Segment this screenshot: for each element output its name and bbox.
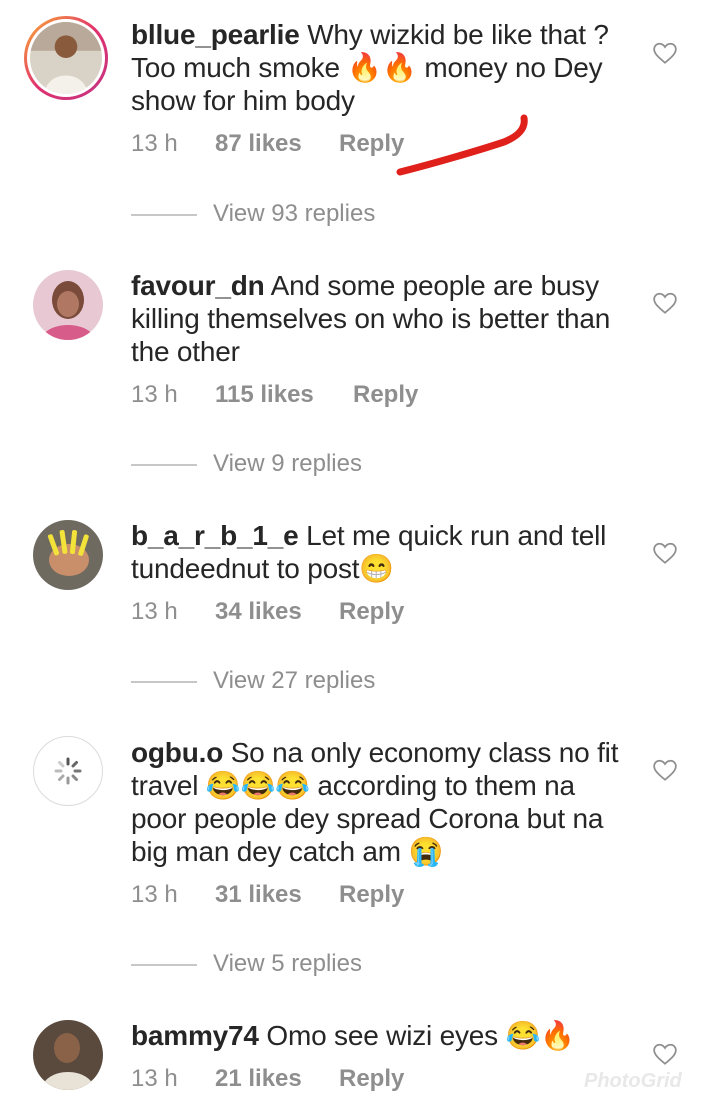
view-replies-label[interactable]: View 9 replies	[213, 450, 362, 477]
comment-likes[interactable]: 87 likes	[215, 130, 339, 158]
comment-text-block: ogbu.o So na only economy class no fit t…	[131, 736, 621, 868]
loading-spinner-icon	[54, 757, 82, 785]
divider-line	[131, 463, 197, 466]
comment-time: 13 h	[131, 598, 178, 625]
annotation-red-stroke	[396, 114, 528, 176]
view-replies[interactable]: View 27 replies	[131, 667, 375, 695]
heart-icon[interactable]	[652, 540, 678, 566]
avatar-photo	[33, 1020, 103, 1090]
comment-meta: 13 h 115 likes Reply	[131, 381, 418, 409]
heart-icon[interactable]	[652, 290, 678, 316]
heart-icon[interactable]	[652, 757, 678, 783]
avatar[interactable]	[33, 270, 103, 340]
view-replies-label[interactable]: View 27 replies	[213, 667, 375, 694]
comment-username[interactable]: b_a_r_b_1_e	[131, 520, 299, 551]
comment-meta: 13 h 31 likes Reply	[131, 881, 404, 909]
comment-username[interactable]: bammy74	[131, 1020, 259, 1051]
comment-username[interactable]: ogbu.o	[131, 737, 223, 768]
comment-meta: 13 h 34 likes Reply	[131, 598, 404, 626]
reply-button[interactable]: Reply	[339, 881, 404, 909]
divider-line	[131, 963, 197, 966]
comment-username[interactable]: bllue_pearlie	[131, 19, 300, 50]
avatar-photo	[30, 22, 102, 94]
view-replies[interactable]: View 93 replies	[131, 200, 375, 228]
heart-icon[interactable]	[652, 1041, 678, 1067]
comment-likes[interactable]: 34 likes	[215, 598, 339, 626]
avatar-photo	[33, 270, 103, 340]
comment-time: 13 h	[131, 130, 178, 157]
avatar[interactable]	[33, 520, 103, 590]
avatar[interactable]	[24, 16, 108, 100]
view-replies[interactable]: View 9 replies	[131, 450, 362, 478]
comment-username[interactable]: favour_dn	[131, 270, 265, 301]
reply-button[interactable]: Reply	[339, 598, 404, 626]
comment-time: 13 h	[131, 1065, 178, 1092]
avatar-photo	[33, 520, 103, 590]
divider-line	[131, 213, 197, 216]
comment-body: Omo see wizi eyes 😂🔥	[266, 1020, 575, 1051]
comment-text-block: b_a_r_b_1_e Let me quick run and tell tu…	[131, 519, 621, 585]
comment-text-block: bllue_pearlie Why wizkid be like that ? …	[131, 18, 621, 117]
comment-likes[interactable]: 115 likes	[215, 381, 353, 409]
comment-likes[interactable]: 31 likes	[215, 881, 339, 909]
reply-button[interactable]: Reply	[353, 381, 418, 409]
view-replies-label[interactable]: View 93 replies	[213, 200, 375, 227]
heart-icon[interactable]	[652, 40, 678, 66]
avatar[interactable]	[33, 1020, 103, 1090]
view-replies-label[interactable]: View 5 replies	[213, 950, 362, 977]
divider-line	[131, 680, 197, 683]
reply-button[interactable]: Reply	[339, 1065, 404, 1093]
comment-likes[interactable]: 21 likes	[215, 1065, 339, 1093]
comment-time: 13 h	[131, 881, 178, 908]
comment-text-block: bammy74 Omo see wizi eyes 😂🔥	[131, 1019, 621, 1052]
comment-time: 13 h	[131, 381, 178, 408]
comment-meta: 13 h 21 likes Reply	[131, 1065, 404, 1093]
comment-text-block: favour_dn And some people are busy killi…	[131, 269, 621, 368]
view-replies[interactable]: View 5 replies	[131, 950, 362, 978]
photogrid-watermark: PhotoGrid	[584, 1070, 682, 1092]
avatar-inner	[27, 19, 105, 97]
comment-meta: 13 h 87 likes Reply	[131, 130, 404, 158]
avatar-loading[interactable]	[33, 736, 103, 806]
